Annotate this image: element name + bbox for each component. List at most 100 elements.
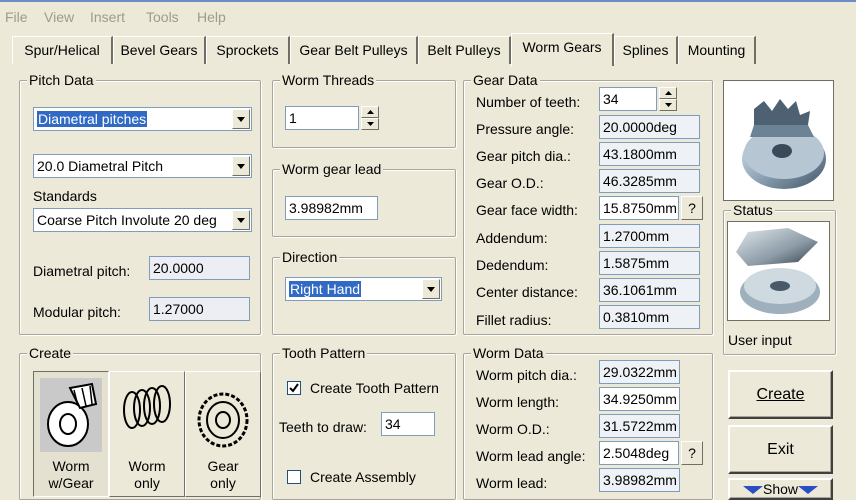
pitch-type-select[interactable]: Diametral pitches bbox=[33, 107, 252, 131]
worm-gear-icon bbox=[40, 378, 102, 452]
create-tooth-pattern-checkbox[interactable] bbox=[287, 381, 301, 395]
gear-face-width-field[interactable]: 15.8750mm bbox=[599, 196, 679, 220]
face-width-help-button[interactable]: ? bbox=[681, 196, 703, 220]
fillet-radius-field[interactable]: 0.3810mm bbox=[599, 305, 700, 329]
tab-spur-helical[interactable]: Spur/Helical bbox=[12, 36, 113, 64]
gear-preview-image bbox=[723, 80, 834, 201]
worm-od-field[interactable]: 31.5722mm bbox=[599, 414, 680, 438]
gear-row-label: Number of teeth: bbox=[476, 94, 581, 110]
menu-insert[interactable]: Insert bbox=[90, 9, 125, 25]
menu-tools[interactable]: Tools bbox=[146, 9, 179, 25]
gear-row-label: Fillet radius: bbox=[476, 312, 552, 328]
gear-od-field[interactable]: 46.3285mm bbox=[599, 169, 700, 193]
gear-icon bbox=[192, 378, 254, 452]
tab-sprockets[interactable]: Sprockets bbox=[206, 36, 290, 64]
create-assembly-checkbox[interactable] bbox=[287, 470, 301, 484]
spin-up-icon[interactable] bbox=[659, 87, 677, 99]
pitch-value-select[interactable]: 20.0 Diametral Pitch bbox=[33, 154, 252, 178]
modular-pitch-field[interactable]: 1.27000 bbox=[149, 297, 250, 321]
create-button-caption: Worm w/Gear bbox=[48, 458, 94, 491]
chevron-down-icon bbox=[798, 486, 819, 495]
diametral-pitch-label: Diametral pitch: bbox=[33, 263, 131, 279]
worm-pitch-dia-field[interactable]: 29.0322mm bbox=[599, 360, 680, 384]
menu-view[interactable]: View bbox=[44, 9, 74, 25]
pitch-data-title: Pitch Data bbox=[27, 71, 96, 89]
create-assembly-label: Create Assembly bbox=[310, 469, 416, 485]
chevron-down-icon bbox=[742, 486, 763, 495]
tab-belt-pulleys[interactable]: Belt Pulleys bbox=[418, 36, 511, 64]
worm-gear-lead-field[interactable]: 3.98982mm bbox=[285, 196, 378, 220]
worm-threads-title: Worm Threads bbox=[280, 71, 377, 89]
gear-row-label: Pressure angle: bbox=[476, 121, 575, 137]
tab-worm-gears[interactable]: Worm Gears bbox=[511, 33, 614, 66]
tab-gear-belt-pulleys[interactable]: Gear Belt Pulleys bbox=[290, 36, 418, 64]
create-button-caption: Gear only bbox=[207, 458, 239, 491]
show-button[interactable]: Show bbox=[728, 478, 833, 500]
worm-lead-angle-field[interactable]: 2.5048deg bbox=[599, 441, 679, 465]
modular-pitch-label: Modular pitch: bbox=[33, 304, 121, 320]
menu-file[interactable]: File bbox=[5, 9, 28, 25]
create-gear-only-button[interactable]: Gear only bbox=[185, 371, 261, 497]
spin-down-icon[interactable] bbox=[361, 118, 379, 130]
create-worm-with-gear-button[interactable]: Worm w/Gear bbox=[33, 371, 109, 497]
pressure-angle-field[interactable]: 20.0000deg bbox=[599, 115, 700, 139]
gear-pitch-dia-field[interactable]: 43.1800mm bbox=[599, 142, 700, 166]
tab-mounting[interactable]: Mounting bbox=[678, 36, 756, 64]
pitch-type-value: Diametral pitches bbox=[37, 111, 148, 127]
teeth-to-draw-field[interactable]: 34 bbox=[381, 412, 435, 436]
worm-lead-field[interactable]: 3.98982mm bbox=[599, 468, 680, 492]
direction-title: Direction bbox=[280, 248, 340, 266]
worm-threads-field[interactable]: 1 bbox=[285, 106, 359, 130]
gear-data-title: Gear Data bbox=[471, 71, 540, 89]
status-image bbox=[727, 221, 830, 321]
worm-row-label: Worm O.D.: bbox=[476, 421, 550, 437]
spin-down-icon[interactable] bbox=[659, 99, 677, 111]
diametral-pitch-field[interactable]: 20.0000 bbox=[149, 256, 250, 280]
exit-button[interactable]: Exit bbox=[728, 425, 833, 474]
worm-row-label: Worm lead: bbox=[476, 475, 548, 491]
worm-data-title: Worm Data bbox=[471, 344, 546, 362]
direction-select[interactable]: Right Hand bbox=[285, 277, 442, 301]
number-of-teeth-field[interactable]: 34 bbox=[599, 87, 657, 111]
worm-icon bbox=[116, 378, 178, 452]
chevron-down-icon[interactable] bbox=[232, 156, 250, 176]
menu-help[interactable]: Help bbox=[197, 9, 226, 25]
pitch-value-text: 20.0 Diametral Pitch bbox=[37, 158, 164, 174]
chevron-down-icon[interactable] bbox=[232, 210, 250, 230]
tooth-pattern-title: Tooth Pattern bbox=[280, 344, 368, 362]
gear-row-label: Addendum: bbox=[476, 230, 548, 246]
tab-bevel-gears[interactable]: Bevel Gears bbox=[113, 36, 206, 64]
create-button-caption: Worm only bbox=[128, 458, 166, 491]
gear-row-label: Gear pitch dia.: bbox=[476, 148, 571, 164]
standards-value: Coarse Pitch Involute 20 deg bbox=[37, 212, 217, 228]
worm-row-label: Worm pitch dia.: bbox=[476, 367, 577, 383]
status-text: User input bbox=[728, 332, 792, 348]
worm-row-label: Worm lead angle: bbox=[476, 448, 586, 464]
create-worm-only-button[interactable]: Worm only bbox=[109, 371, 185, 497]
worm-gear-lead-title: Worm gear lead bbox=[280, 160, 384, 178]
standards-select[interactable]: Coarse Pitch Involute 20 deg bbox=[33, 208, 252, 232]
dedendum-field[interactable]: 1.5875mm bbox=[599, 251, 700, 275]
direction-value: Right Hand bbox=[289, 281, 362, 297]
chevron-down-icon[interactable] bbox=[422, 279, 440, 299]
worm-row-label: Worm length: bbox=[476, 394, 559, 410]
gear-row-label: Gear face width: bbox=[476, 202, 578, 218]
center-distance-field[interactable]: 36.1061mm bbox=[599, 278, 700, 302]
tab-splines[interactable]: Splines bbox=[614, 36, 678, 64]
gear-row-label: Gear O.D.: bbox=[476, 175, 544, 191]
addendum-field[interactable]: 1.2700mm bbox=[599, 224, 700, 248]
gear-row-label: Dedendum: bbox=[476, 257, 549, 273]
spin-up-icon[interactable] bbox=[361, 106, 379, 118]
create-tooth-pattern-label: Create Tooth Pattern bbox=[310, 380, 439, 396]
create-title: Create bbox=[27, 344, 74, 362]
chevron-down-icon[interactable] bbox=[232, 109, 250, 129]
gear-row-label: Center distance: bbox=[476, 284, 578, 300]
worm-threads-spinner[interactable] bbox=[361, 106, 379, 130]
teeth-spinner[interactable] bbox=[659, 87, 677, 111]
status-title: Status bbox=[731, 201, 775, 219]
lead-angle-help-button[interactable]: ? bbox=[681, 441, 703, 465]
menu-bar: File View Insert Tools Help bbox=[0, 0, 856, 30]
standards-label: Standards bbox=[33, 188, 97, 204]
worm-length-field[interactable]: 34.9250mm bbox=[599, 387, 680, 411]
create-button[interactable]: Create bbox=[728, 370, 833, 419]
